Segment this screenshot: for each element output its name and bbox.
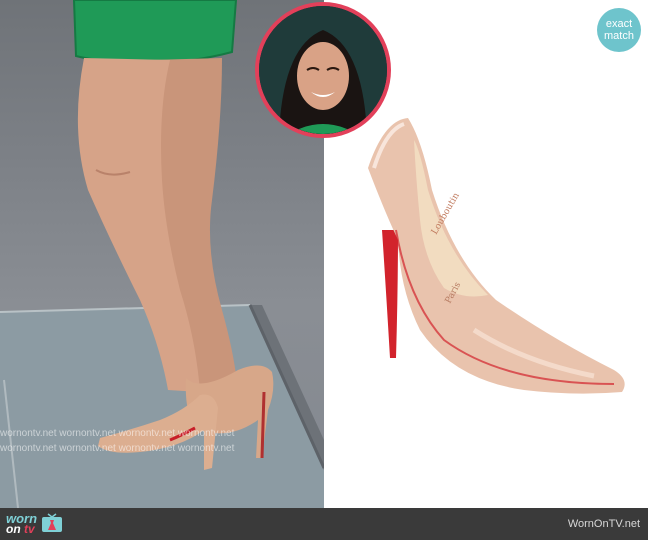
logo-text: worn on tv [6, 512, 37, 536]
celebrity-face-inset [255, 2, 391, 138]
exact-match-badge: exact match [597, 8, 641, 52]
logo-tv: tv [24, 522, 35, 536]
site-name[interactable]: WornOnTV.net [568, 518, 640, 530]
tv-dress-icon [42, 513, 63, 532]
badge-line2: match [604, 30, 634, 42]
logo-on: on [6, 522, 24, 536]
logo-on-tv: on tv [6, 522, 37, 536]
badge-line1: exact [605, 18, 633, 30]
footer-bar: worn on tv WornOnTV.net [0, 508, 648, 540]
wornontv-logo[interactable]: worn on tv [6, 512, 63, 536]
